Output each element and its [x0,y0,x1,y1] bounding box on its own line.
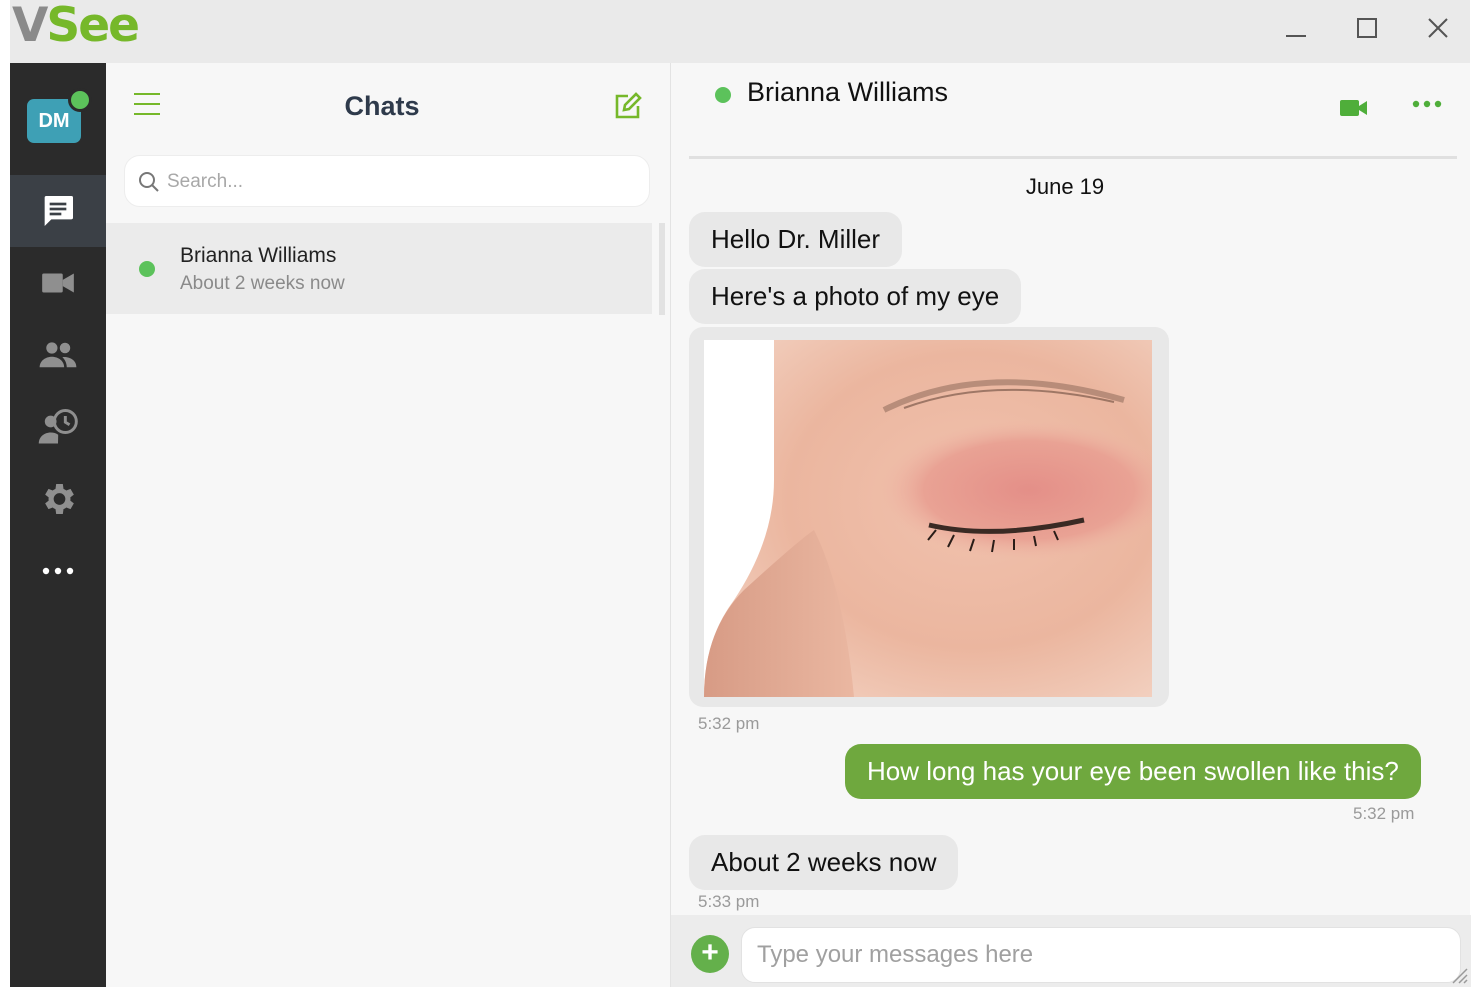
online-status-dot [139,261,155,277]
eye-photo[interactable] [704,340,1152,697]
gear-icon [45,484,74,514]
nav-settings[interactable] [10,463,106,535]
nav-video[interactable] [10,247,106,319]
video-camera-icon [42,273,74,293]
history-icon [38,409,78,444]
chat-item-name: Brianna Williams [180,244,337,267]
date-separator: June 19 [1025,174,1105,199]
more-options-icon [1412,100,1442,108]
compose-icon [615,92,642,119]
close-button[interactable] [1416,8,1460,48]
logo-v: V [12,0,48,53]
chat-list-panel: Chats Brianna Williams About 2 weeks now [106,63,668,987]
header-divider [689,156,1457,159]
message-bubble-incoming: About 2 weeks now [689,835,959,890]
left-nav: DM [10,63,106,987]
search-box [124,155,650,207]
resize-grip-icon[interactable] [1449,965,1469,985]
vsee-logo: VSee [12,0,140,53]
title-bar: VSee [10,0,1470,63]
maximize-icon [1357,18,1377,38]
image-message[interactable] [689,327,1169,707]
message-timestamp: 5:32 pm [698,714,760,733]
contact-status-dot [715,87,731,103]
list-scrollbar[interactable] [659,223,665,315]
message-timestamp: 5:33 pm [698,892,760,911]
message-bubble-outgoing: How long has your eye been swollen like … [845,744,1421,799]
chat-item-preview: About 2 weeks now [180,273,345,294]
more-icon [42,567,74,575]
compose-button[interactable] [610,89,644,123]
contact-name: Brianna Williams [747,77,949,107]
minimize-icon [1286,35,1306,37]
presence-indicator [68,88,92,112]
conversation-more-button[interactable] [1411,97,1451,127]
message-bubble-incoming: Hello Dr. Miller [689,212,903,267]
add-attachment-button[interactable]: + [691,935,729,973]
message-bubble-incoming: Here's a photo of my eye [689,269,1022,324]
chat-icon [44,196,73,226]
minimize-button[interactable] [1274,8,1318,48]
maximize-button[interactable] [1345,8,1389,48]
contacts-icon [39,342,77,368]
composer-bar: + [671,915,1471,987]
close-icon [1428,18,1448,38]
nav-contacts[interactable] [10,319,106,391]
search-icon [139,172,159,192]
nav-chats[interactable] [10,175,106,247]
video-call-button[interactable] [1339,97,1379,127]
nav-history[interactable] [10,391,106,463]
app-window: VSee DM Chats Search... Brianna Williams… [10,0,1471,987]
message-timestamp: 5:32 pm [1353,804,1415,823]
chats-title: Chats [344,91,420,121]
video-call-icon [1340,100,1367,116]
message-input[interactable] [741,927,1461,983]
chat-list-item[interactable]: Brianna Williams About 2 weeks now [106,223,652,314]
logo-see: See [46,0,140,53]
search-input[interactable] [167,168,637,196]
nav-more[interactable] [10,535,106,607]
conversation-panel: Brianna Williams June 19 Hello Dr. Mille… [670,63,1471,987]
